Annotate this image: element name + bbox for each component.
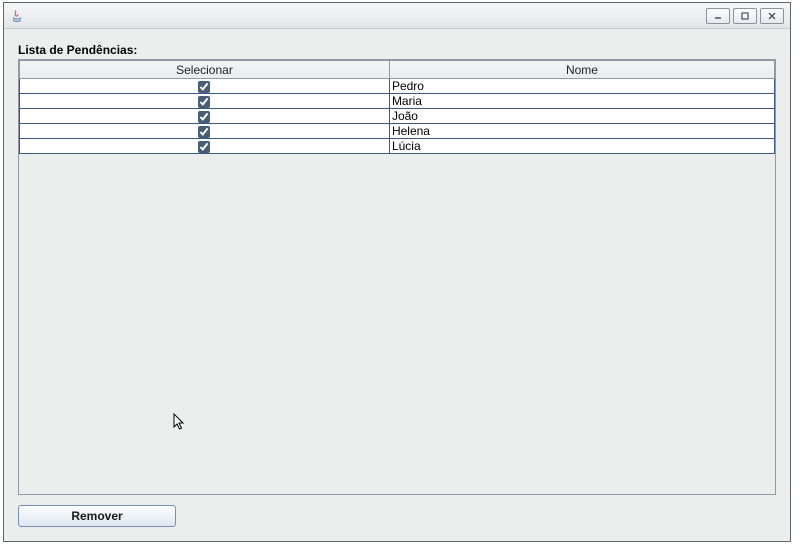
row-checkbox[interactable] [198, 81, 210, 93]
table-row[interactable]: Helena [20, 124, 775, 139]
cell-select[interactable] [20, 109, 390, 124]
cell-select[interactable] [20, 139, 390, 154]
maximize-button[interactable] [733, 8, 757, 24]
row-checkbox[interactable] [198, 111, 210, 123]
window-buttons [706, 8, 784, 24]
cell-name[interactable]: Maria [389, 94, 774, 109]
table-empty-area [19, 154, 775, 494]
close-button[interactable] [760, 8, 784, 24]
cell-select[interactable] [20, 79, 390, 94]
table-header-row: Selecionar Nome [20, 61, 775, 79]
row-checkbox[interactable] [198, 141, 210, 153]
table-body: PedroMariaJoãoHelenaLúcia [20, 79, 775, 154]
row-checkbox[interactable] [198, 96, 210, 108]
list-label: Lista de Pendências: [18, 43, 776, 57]
col-header-select[interactable]: Selecionar [20, 61, 390, 79]
cell-select[interactable] [20, 94, 390, 109]
table-row[interactable]: Maria [20, 94, 775, 109]
titlebar [4, 3, 790, 29]
col-header-name[interactable]: Nome [389, 61, 774, 79]
minimize-button[interactable] [706, 8, 730, 24]
table-row[interactable]: Lúcia [20, 139, 775, 154]
pending-table: Selecionar Nome PedroMariaJoãoHelenaLúci… [19, 60, 775, 154]
table-scrollpane: Selecionar Nome PedroMariaJoãoHelenaLúci… [18, 59, 776, 495]
row-checkbox[interactable] [198, 126, 210, 138]
cell-name[interactable]: Pedro [389, 79, 774, 94]
app-window: Lista de Pendências: Selecionar Nome Ped… [3, 2, 791, 542]
cell-name[interactable]: Lúcia [389, 139, 774, 154]
table-row[interactable]: Pedro [20, 79, 775, 94]
button-row: Remover [18, 505, 776, 527]
table-row[interactable]: João [20, 109, 775, 124]
cell-select[interactable] [20, 124, 390, 139]
java-icon [10, 9, 24, 23]
cell-name[interactable]: João [389, 109, 774, 124]
remove-button[interactable]: Remover [18, 505, 176, 527]
cell-name[interactable]: Helena [389, 124, 774, 139]
title-left [10, 9, 28, 23]
content-pane: Lista de Pendências: Selecionar Nome Ped… [4, 29, 790, 541]
